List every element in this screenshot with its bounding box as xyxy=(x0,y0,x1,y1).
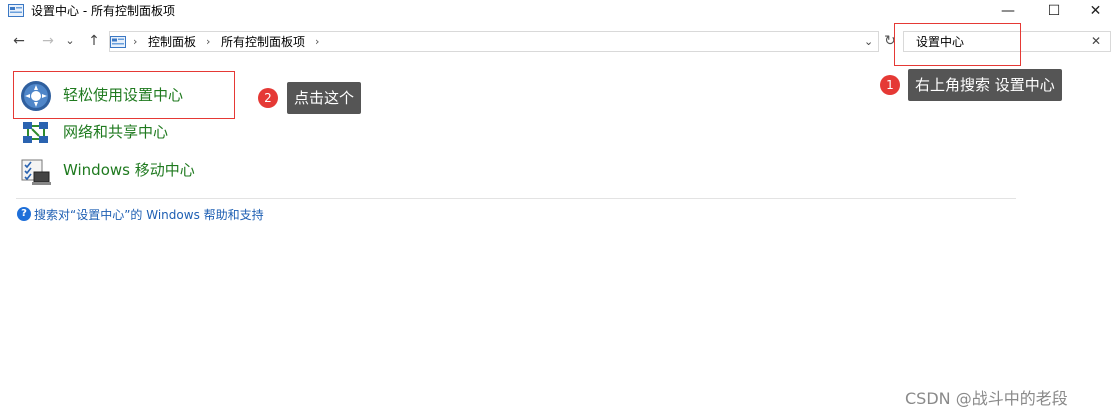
network-sharing-icon[interactable] xyxy=(20,118,52,150)
chevron-down-icon[interactable]: ⌄ xyxy=(864,34,873,50)
clear-search-icon[interactable]: ✕ xyxy=(1091,33,1101,49)
breadcrumb-separator: › xyxy=(133,35,138,48)
breadcrumb-control-panel[interactable]: 控制面板 xyxy=(148,34,196,50)
help-search-link[interactable]: 搜索对“设置中心”的 Windows 帮助和支持 xyxy=(34,207,264,223)
breadcrumb-separator[interactable]: › xyxy=(315,34,319,50)
step-2-callout: 点击这个 xyxy=(287,82,362,114)
breadcrumb-all-items[interactable]: 所有控制面板项 xyxy=(221,34,305,50)
step-1-badge: 1 xyxy=(880,75,900,95)
search-highlight-box xyxy=(894,23,1021,66)
watermark: CSDN @战斗中的老段 xyxy=(905,389,1068,408)
control-panel-icon xyxy=(110,36,126,48)
maximize-button[interactable]: ☐ xyxy=(1031,0,1077,22)
result-highlight-box xyxy=(13,71,235,119)
result-network-sharing-center[interactable]: 网络和共享中心 xyxy=(63,122,168,142)
recent-locations-button[interactable]: ⌄ xyxy=(63,30,77,52)
breadcrumb-separator[interactable]: › xyxy=(206,34,210,50)
mobility-center-icon[interactable] xyxy=(20,156,52,188)
back-button[interactable]: ← xyxy=(9,30,29,52)
help-icon: ? xyxy=(17,207,31,221)
close-button[interactable]: ✕ xyxy=(1077,0,1114,22)
step-1-callout: 右上角搜索 设置中心 xyxy=(908,69,1062,101)
step-2-badge: 2 xyxy=(258,88,278,108)
forward-button[interactable]: → xyxy=(38,30,58,52)
up-button[interactable]: ↑ xyxy=(84,30,104,52)
divider xyxy=(16,198,1016,199)
result-windows-mobility-center[interactable]: Windows 移动中心 xyxy=(63,160,195,180)
minimize-button[interactable]: — xyxy=(985,0,1031,22)
title-bar: 设置中心 - 所有控制面板项 — ☐ ✕ xyxy=(0,0,1114,24)
window-title: 设置中心 - 所有控制面板项 xyxy=(31,4,175,18)
control-panel-icon xyxy=(8,4,24,17)
